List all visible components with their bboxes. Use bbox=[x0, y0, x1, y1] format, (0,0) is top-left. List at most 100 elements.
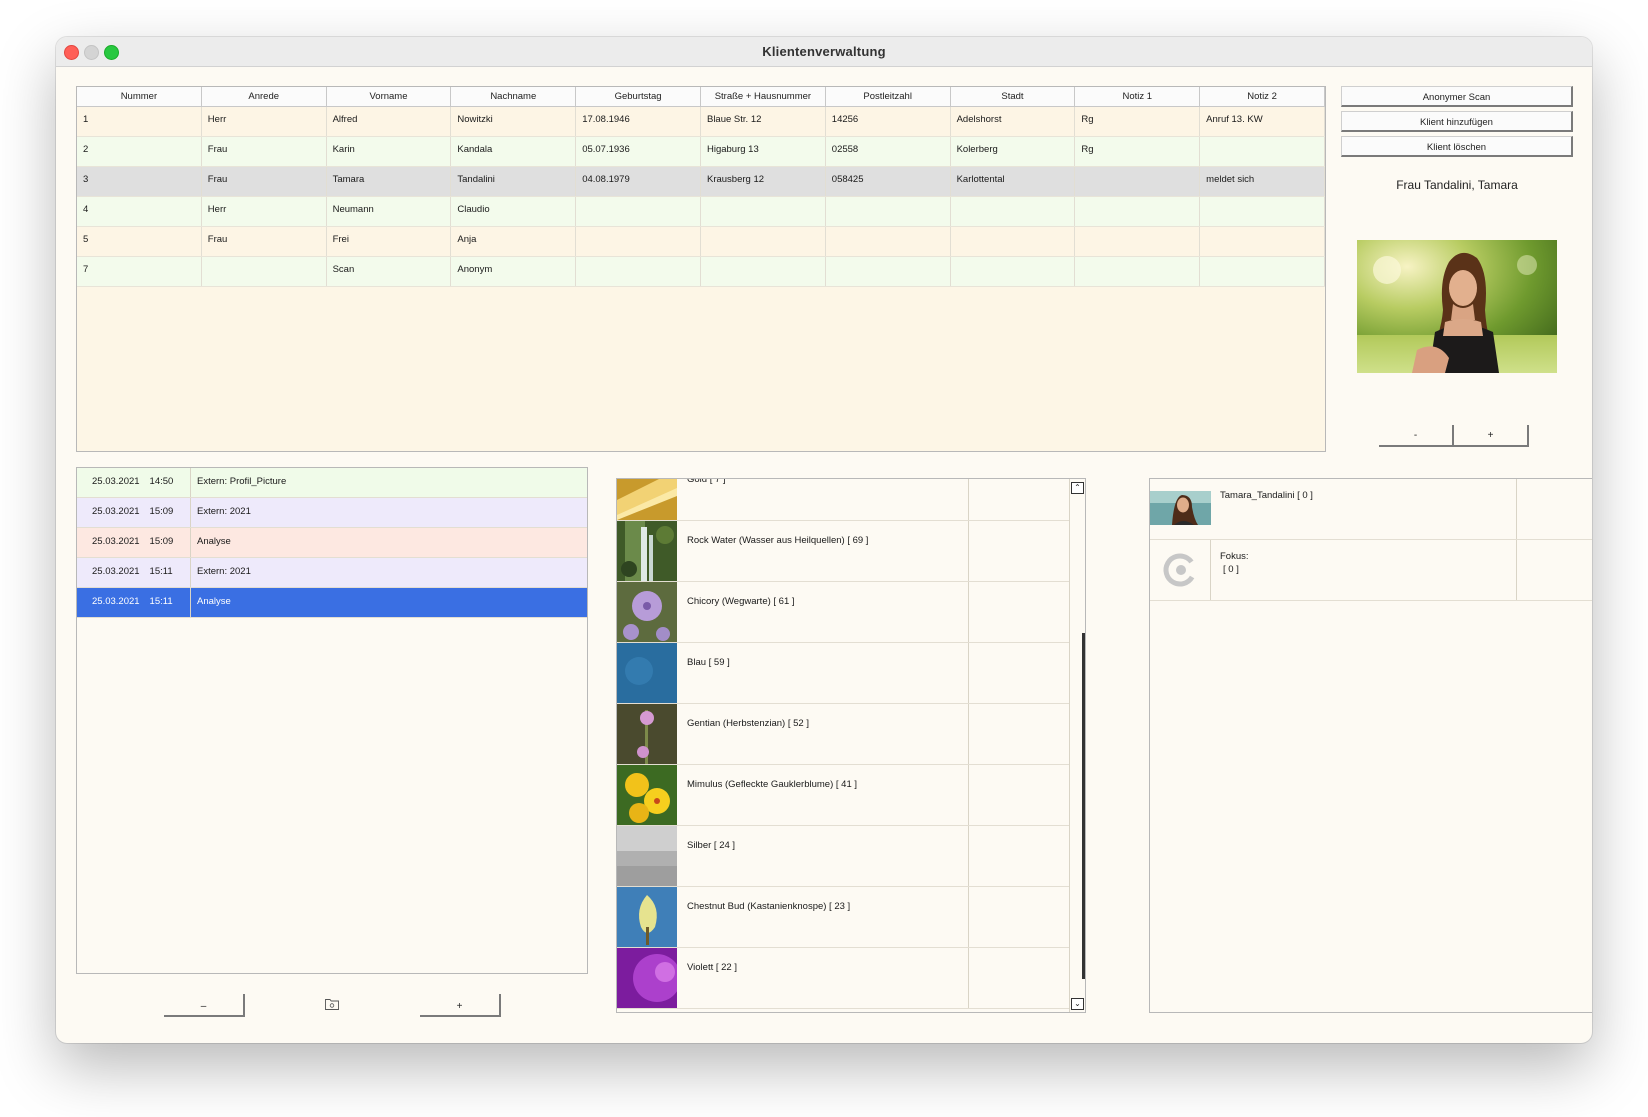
photo-minus-button[interactable]: - bbox=[1379, 425, 1454, 447]
remove-session-button[interactable]: – bbox=[164, 994, 245, 1017]
column-separator bbox=[1516, 540, 1517, 600]
folder-icon[interactable] bbox=[325, 997, 339, 1010]
scroll-down-arrow-icon[interactable]: ⌄ bbox=[1071, 998, 1084, 1010]
session-time: 14:50 bbox=[149, 476, 174, 487]
add-session-button[interactable]: + bbox=[420, 994, 501, 1017]
session-date: 25.03.2021 bbox=[92, 566, 140, 577]
column-header[interactable]: Stadt bbox=[951, 87, 1076, 106]
table-cell-nummer: 1 bbox=[77, 107, 202, 136]
client-table: Nummer Anrede Vorname Nachname Geburtstag Str… bbox=[76, 86, 1326, 452]
table-cell-vorname: Tamara bbox=[327, 167, 452, 196]
app-window: Klientenverwaltung Nummer Anrede Vorname Na… bbox=[56, 37, 1592, 1043]
selected-client-name: Frau Tandalini, Tamara bbox=[1396, 178, 1518, 192]
column-header[interactable]: Vorname bbox=[327, 87, 452, 106]
column-header[interactable]: Geburtstag bbox=[576, 87, 701, 106]
focus-client-thumbnail bbox=[1150, 479, 1211, 539]
remedy-thumbnail bbox=[617, 521, 677, 581]
column-header[interactable]: Postleitzahl bbox=[826, 87, 951, 106]
focus-row[interactable]: Fokus: [ 0 ] bbox=[1150, 540, 1592, 601]
remedy-label: Gentian (Herbstenzian) [ 52 ] bbox=[687, 718, 809, 729]
title-bar: Klientenverwaltung bbox=[56, 37, 1592, 67]
remedy-item[interactable]: Gold [ 7 ] bbox=[617, 479, 1069, 521]
column-header[interactable]: Nachname bbox=[451, 87, 577, 106]
table-cell-anrede: Frau bbox=[202, 167, 327, 196]
table-cell-anrede: Herr bbox=[202, 107, 327, 136]
column-separator bbox=[968, 582, 969, 642]
table-cell-nummer: 3 bbox=[77, 167, 202, 196]
table-cell-vorname: Scan bbox=[327, 257, 452, 286]
column-header[interactable]: Notiz 2 bbox=[1200, 87, 1325, 106]
scroll-thumb[interactable] bbox=[1082, 633, 1085, 979]
column-separator bbox=[1516, 479, 1517, 539]
table-cell-nummer: 2 bbox=[77, 137, 202, 166]
refresh-icon bbox=[1163, 553, 1197, 587]
table-row[interactable]: 7 Scan Anonym bbox=[77, 257, 1325, 287]
remedy-item[interactable]: Chestnut Bud (Kastanienknospe) [ 23 ] bbox=[617, 887, 1069, 948]
table-cell-plz: 02558 bbox=[826, 137, 951, 166]
column-header[interactable]: Nummer bbox=[77, 87, 202, 106]
session-row[interactable]: 25.03.2021 15:11 Extern: 2021 bbox=[77, 558, 587, 588]
remedy-label: Chicory (Wegwarte) [ 61 ] bbox=[687, 596, 795, 607]
session-row[interactable]: 25.03.2021 14:50 Extern: Profil_Picture bbox=[77, 468, 587, 498]
column-header[interactable]: Straße + Hausnummer bbox=[701, 87, 826, 106]
table-cell-nummer: 4 bbox=[77, 197, 202, 226]
column-separator bbox=[968, 704, 969, 764]
remedy-thumbnail bbox=[617, 948, 681, 1008]
column-header[interactable]: Notiz 1 bbox=[1075, 87, 1201, 106]
remedy-label: Rock Water (Wasser aus Heilquellen) [ 69… bbox=[687, 535, 869, 546]
delete-client-button[interactable]: Klient löschen bbox=[1341, 136, 1573, 157]
remedy-item[interactable]: Silber [ 24 ] bbox=[617, 826, 1069, 887]
table-cell-notiz1 bbox=[1075, 257, 1201, 286]
focus-client-row[interactable]: Tamara_Tandalini [ 0 ] bbox=[1150, 479, 1592, 540]
focus-value: [ 0 ] bbox=[1223, 564, 1239, 575]
session-label: Analyse bbox=[197, 596, 231, 607]
remedy-item[interactable]: Rock Water (Wasser aus Heilquellen) [ 69… bbox=[617, 521, 1069, 582]
table-cell-notiz2 bbox=[1200, 197, 1325, 226]
table-row[interactable]: 2 Frau Karin Kandala 05.07.1936 Higaburg 13 02… bbox=[77, 137, 1325, 167]
remedy-thumbnail bbox=[617, 643, 677, 703]
session-row[interactable]: 25.03.2021 15:09 Analyse bbox=[77, 528, 587, 558]
remedy-item[interactable]: Gentian (Herbstenzian) [ 52 ] bbox=[617, 704, 1069, 765]
table-cell-nachname: Tandalini bbox=[451, 167, 577, 196]
anonymous-scan-button[interactable]: Anonymer Scan bbox=[1341, 86, 1573, 107]
remedy-thumbnail bbox=[617, 582, 677, 642]
table-cell-geburtstag bbox=[576, 197, 701, 226]
table-cell-stadt bbox=[951, 197, 1076, 226]
column-header[interactable]: Anrede bbox=[202, 87, 327, 106]
add-client-button[interactable]: Klient hinzufügen bbox=[1341, 111, 1573, 132]
table-body: 1 Herr Alfred Nowitzki 17.08.1946 Blaue Str. … bbox=[77, 107, 1325, 287]
remedy-label: Blau [ 59 ] bbox=[687, 657, 730, 668]
table-cell-notiz2 bbox=[1200, 227, 1325, 256]
table-row[interactable]: 4 Herr Neumann Claudio bbox=[77, 197, 1325, 227]
remedy-thumbnail bbox=[617, 826, 677, 886]
focus-title: Fokus: bbox=[1220, 551, 1249, 562]
session-time: 15:09 bbox=[149, 506, 174, 517]
focus-thumbnail bbox=[1150, 540, 1211, 600]
table-cell-strasse: Blaue Str. 12 bbox=[701, 107, 826, 136]
remedy-item[interactable]: Chicory (Wegwarte) [ 61 ] bbox=[617, 582, 1069, 643]
remedy-item[interactable]: Violett [ 22 ] bbox=[617, 948, 1069, 1009]
table-cell-stadt: Karlottental bbox=[951, 167, 1076, 196]
table-row[interactable]: 1 Herr Alfred Nowitzki 17.08.1946 Blaue Str. … bbox=[77, 107, 1325, 137]
table-cell-vorname: Neumann bbox=[327, 197, 452, 226]
remedy-item[interactable]: Mimulus (Gefleckte Gauklerblume) [ 41 ] bbox=[617, 765, 1069, 826]
remedy-item[interactable]: Blau [ 59 ] bbox=[617, 643, 1069, 704]
scroll-up-arrow-icon[interactable]: ⌃ bbox=[1071, 482, 1084, 494]
table-cell-notiz2 bbox=[1200, 137, 1325, 166]
table-row[interactable]: 5 Frau Frei Anja bbox=[77, 227, 1325, 257]
session-date: 25.03.2021 bbox=[92, 476, 140, 487]
remedy-scrollbar[interactable]: ⌃ ⌄ bbox=[1069, 479, 1085, 1012]
table-cell-geburtstag bbox=[576, 257, 701, 286]
session-row[interactable]: 25.03.2021 15:11 Analyse bbox=[77, 588, 587, 618]
table-cell-notiz1 bbox=[1075, 227, 1201, 256]
session-date: 25.03.2021 bbox=[92, 506, 140, 517]
table-cell-stadt: Kolerberg bbox=[951, 137, 1076, 166]
session-datetime: 25.03.2021 15:09 bbox=[77, 498, 191, 527]
table-cell-anrede: Herr bbox=[202, 197, 327, 226]
table-cell-nummer: 7 bbox=[77, 257, 202, 286]
session-row[interactable]: 25.03.2021 15:09 Extern: 2021 bbox=[77, 498, 587, 528]
table-cell-vorname: Alfred bbox=[327, 107, 452, 136]
photo-plus-button[interactable]: + bbox=[1454, 425, 1529, 447]
table-row[interactable]: 3 Frau Tamara Tandalini 04.08.1979 Krausberg … bbox=[77, 167, 1325, 197]
column-separator bbox=[968, 887, 969, 947]
